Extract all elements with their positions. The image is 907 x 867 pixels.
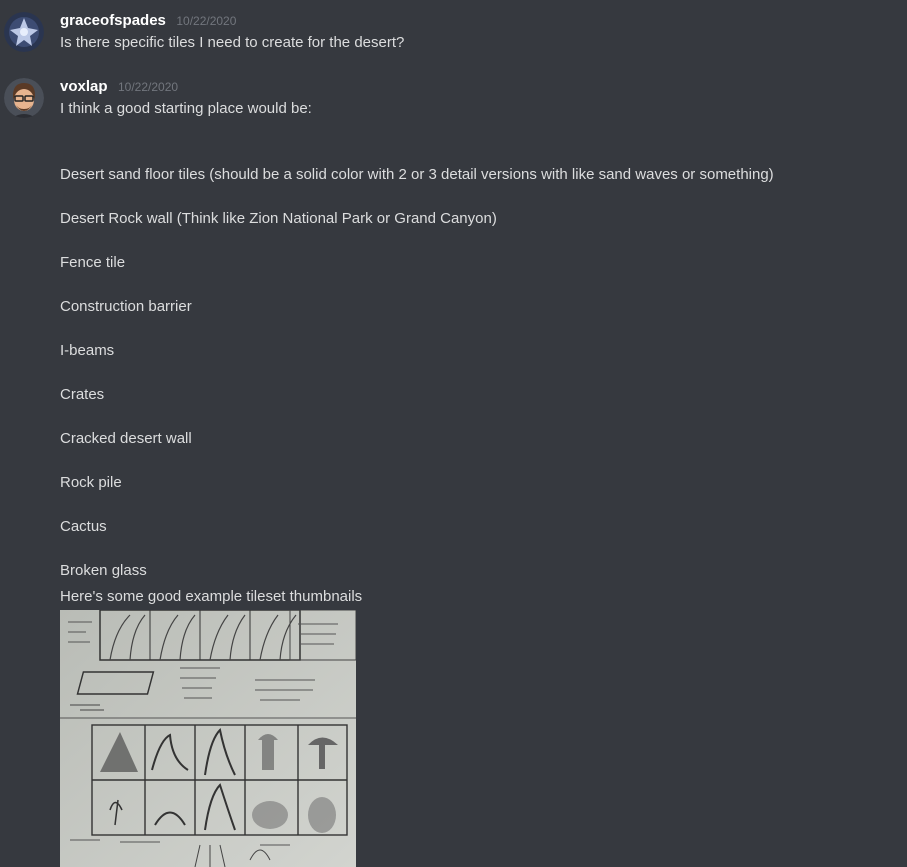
bearded-man-avatar-icon: [4, 78, 44, 118]
username[interactable]: voxlap: [60, 78, 108, 95]
message-text: Crates: [60, 386, 105, 403]
message-text: Desert Rock wall (Think like Zion Nation…: [60, 210, 497, 227]
pencil-sketch-tileset-thumbnails-icon: [60, 610, 356, 867]
message-text: Construction barrier: [60, 298, 192, 315]
message-text: Broken glass: [60, 562, 147, 579]
message-text: Cactus: [60, 518, 107, 535]
message-text: I-beams: [60, 342, 115, 359]
image-attachment[interactable]: [60, 610, 356, 867]
message-text: Cracked desert wall: [60, 430, 192, 447]
message-text: Here's some good example tileset thumbna…: [60, 588, 363, 605]
message-text: Rock pile: [60, 474, 122, 491]
message-text: Desert sand floor tiles (should be a sol…: [60, 166, 774, 183]
message-group-2: voxlap 10/22/2020 I think a good startin…: [0, 0, 907, 867]
avatar-voxlap[interactable]: [4, 78, 44, 118]
timestamp: 10/22/2020: [117, 80, 179, 94]
message-text: I think a good starting place would be:: [60, 100, 312, 117]
message-text: Fence tile: [60, 254, 126, 271]
